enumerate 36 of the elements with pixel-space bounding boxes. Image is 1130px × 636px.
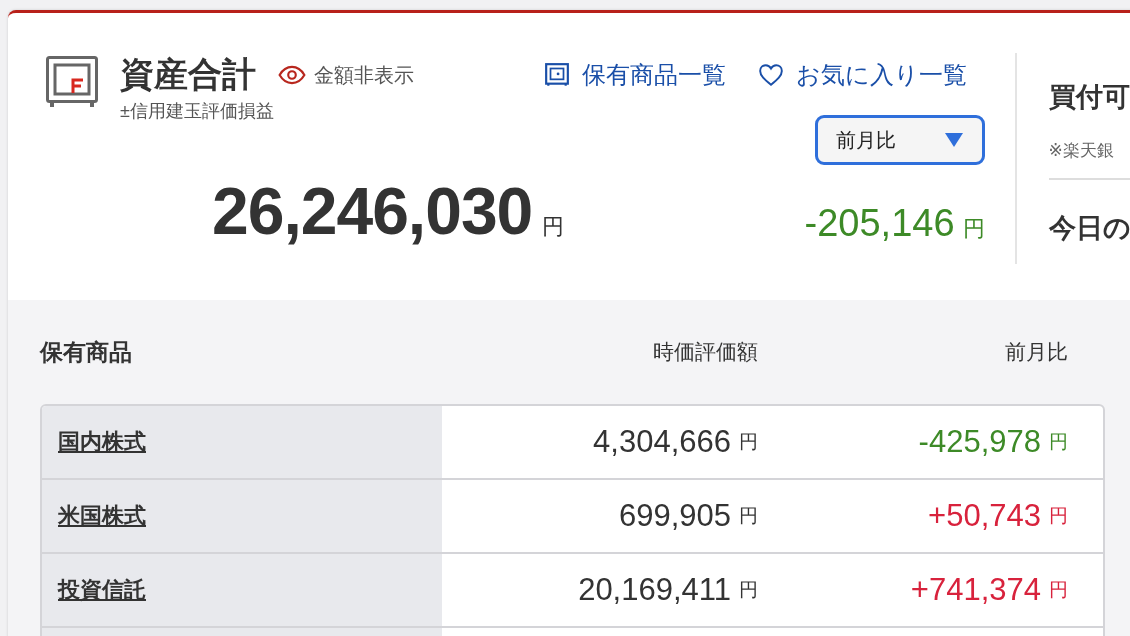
holding-link[interactable]: 投資信託 xyxy=(58,575,146,605)
yen-unit: 円 xyxy=(739,578,758,602)
yen-unit: 円 xyxy=(739,430,758,454)
yen-unit: 円 xyxy=(1049,504,1068,528)
yen-unit: 円 xyxy=(739,504,758,528)
total-amount: 26,246,030 xyxy=(212,173,533,249)
eye-icon xyxy=(278,65,306,85)
side-title: 今日の xyxy=(1048,212,1130,245)
market-value: 4,304,666 xyxy=(593,424,731,460)
column-header: 時価評価額 xyxy=(652,339,758,365)
hide-amount-link[interactable]: 金額非表示 xyxy=(278,61,414,89)
monthly-change: -425,978 xyxy=(918,424,1041,460)
change-amount: -205,146 xyxy=(804,202,955,245)
holding-link[interactable]: 国内株式 xyxy=(58,427,146,457)
monthly-change: +741,374 xyxy=(910,572,1041,608)
summary-title: 資産合計 xyxy=(120,54,256,95)
dropdown-caret-icon xyxy=(943,132,964,148)
side-title: 買付可 xyxy=(1048,81,1130,114)
list-link[interactable]: 保有商品一覧 xyxy=(543,59,726,91)
column-header: 前月比 xyxy=(1004,339,1068,365)
yen-unit: 円 xyxy=(1049,430,1068,454)
safe-icon xyxy=(46,56,98,108)
section-heading: 保有商品 xyxy=(40,337,133,367)
period-select[interactable]: 前月比 xyxy=(814,115,985,165)
yen-unit: 円 xyxy=(542,213,565,241)
side-note: ※楽天銀 xyxy=(1048,139,1130,180)
holding-link[interactable]: 米国株式 xyxy=(58,501,146,531)
yen-unit: 円 xyxy=(1049,578,1068,602)
yen-unit: 円 xyxy=(962,215,985,243)
list-link[interactable]: お気に入り一覧 xyxy=(757,59,967,91)
summary-subtitle: ±信用建玉評価損益 xyxy=(120,100,275,123)
heart-icon xyxy=(757,62,784,88)
market-value: 699,905 xyxy=(618,498,731,534)
monthly-change: +50,743 xyxy=(928,498,1041,534)
safe-icon xyxy=(543,62,570,88)
market-value: 20,169,411 xyxy=(578,572,731,608)
